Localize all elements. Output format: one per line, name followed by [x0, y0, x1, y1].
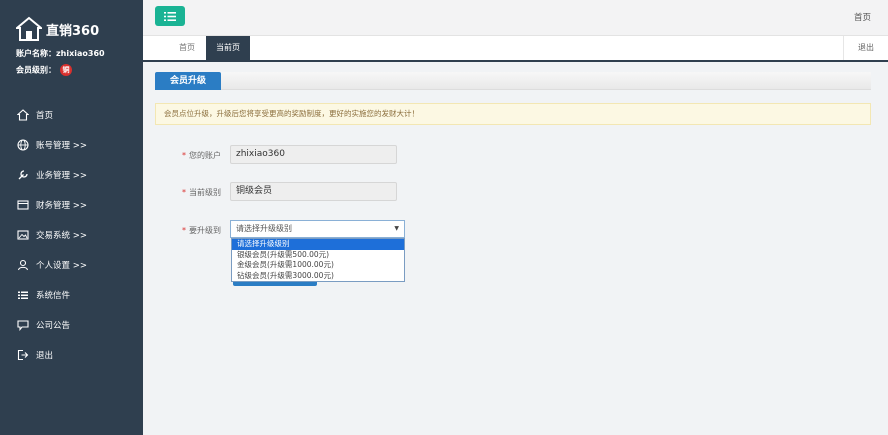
logo-text: 直销360: [46, 23, 100, 39]
menu-toggle-button[interactable]: [155, 6, 185, 26]
sidebar-item-label: 首页: [36, 111, 54, 121]
menu-icon: [164, 11, 176, 21]
sidebar-item-label: 系统信件: [36, 291, 71, 301]
image-icon: [17, 229, 29, 241]
top-home-link[interactable]: 首页: [854, 11, 871, 23]
notice-banner: 会员点位升级，升级后您将享受更高的奖励制度，更好的实施您的发财大计！: [155, 103, 871, 125]
sidebar-item-business[interactable]: 业务管理 >>: [0, 160, 143, 190]
sidebar-item-label: 交易系统 >>: [36, 231, 87, 241]
sidebar-item-personal[interactable]: 个人设置 >>: [0, 250, 143, 280]
level-badge: 铜: [60, 64, 72, 76]
member-level-label: 会员级别：: [16, 65, 56, 75]
chevron-down-icon: ▼: [394, 225, 399, 232]
list-icon: [17, 289, 29, 301]
tab-home[interactable]: 首页: [169, 36, 205, 60]
tab-logout-button[interactable]: 退出: [843, 36, 888, 60]
tab-current-page[interactable]: 当前页: [206, 36, 250, 60]
logo: 直销360: [16, 16, 99, 42]
globe-icon: [17, 139, 29, 151]
account-field: zhixiao360: [230, 145, 397, 164]
sidebar: 直销360 账户名称：zhixiao360 会员级别： 铜 首页 账号管理 >> …: [0, 0, 143, 435]
account-label-text: 您的账户: [189, 151, 221, 160]
sidebar-item-label: 账号管理 >>: [36, 141, 87, 151]
logout-icon: [17, 349, 29, 361]
required-mark: *: [182, 226, 186, 235]
wallet-icon: [17, 199, 29, 211]
sidebar-item-messages[interactable]: 系统信件: [0, 280, 143, 310]
chat-icon: [17, 319, 29, 331]
home-icon: [17, 109, 29, 121]
dropdown-option[interactable]: 金级会员(升级需1000.00元): [232, 260, 404, 271]
account-label: * 您的账户: [182, 150, 221, 161]
upgrade-level-label-text: 要升级到: [189, 226, 221, 235]
sidebar-item-label: 公司公告: [36, 321, 71, 331]
sidebar-item-finance[interactable]: 财务管理 >>: [0, 190, 143, 220]
sidebar-item-label: 退出: [36, 351, 54, 361]
current-level-label-text: 当前级别: [189, 188, 221, 197]
sidebar-item-account[interactable]: 账号管理 >>: [0, 130, 143, 160]
account-name-line: 账户名称：zhixiao360: [16, 48, 105, 59]
required-mark: *: [182, 188, 186, 197]
user-icon: [17, 259, 29, 271]
wrench-icon: [17, 169, 29, 181]
dropdown-option[interactable]: 银级会员(升级需500.00元): [232, 250, 404, 261]
sidebar-item-label: 业务管理 >>: [36, 171, 87, 181]
required-mark: *: [182, 151, 186, 160]
upgrade-level-dropdown: 请选择升级级别 银级会员(升级需500.00元) 金级会员(升级需1000.00…: [231, 238, 405, 282]
section-title: 会员升级: [155, 72, 221, 90]
current-level-field: 铜级会员: [230, 182, 397, 201]
current-level-label: * 当前级别: [182, 187, 221, 198]
sidebar-item-label: 个人设置 >>: [36, 261, 87, 271]
page-tabs-bar: 首页 当前页 退出: [143, 36, 888, 62]
dropdown-option[interactable]: 钻级会员(升级需3000.00元): [232, 271, 404, 282]
submit-button[interactable]: [233, 282, 317, 286]
sidebar-item-announcements[interactable]: 公司公告: [0, 310, 143, 340]
sidebar-item-logout[interactable]: 退出: [0, 340, 143, 370]
home-logo-icon: [16, 16, 42, 41]
sidebar-item-label: 财务管理 >>: [36, 201, 87, 211]
dropdown-option[interactable]: 请选择升级级别: [232, 239, 404, 250]
sidebar-item-trading[interactable]: 交易系统 >>: [0, 220, 143, 250]
upgrade-level-label: * 要升级到: [182, 225, 221, 236]
member-level-line: 会员级别： 铜: [16, 64, 72, 76]
account-name-value: zhixiao360: [56, 49, 105, 58]
section-header: 会员升级: [155, 72, 871, 90]
upgrade-level-select[interactable]: 请选择升级级别 ▼: [230, 220, 405, 238]
select-value: 请选择升级级别: [236, 224, 292, 233]
sidebar-item-home[interactable]: 首页: [0, 100, 143, 130]
top-bar: 首页: [143, 0, 888, 36]
account-name-label: 账户名称：: [16, 49, 56, 58]
sidebar-nav: 首页 账号管理 >> 业务管理 >> 财务管理 >> 交易系统 >> 个人设置 …: [0, 100, 143, 370]
